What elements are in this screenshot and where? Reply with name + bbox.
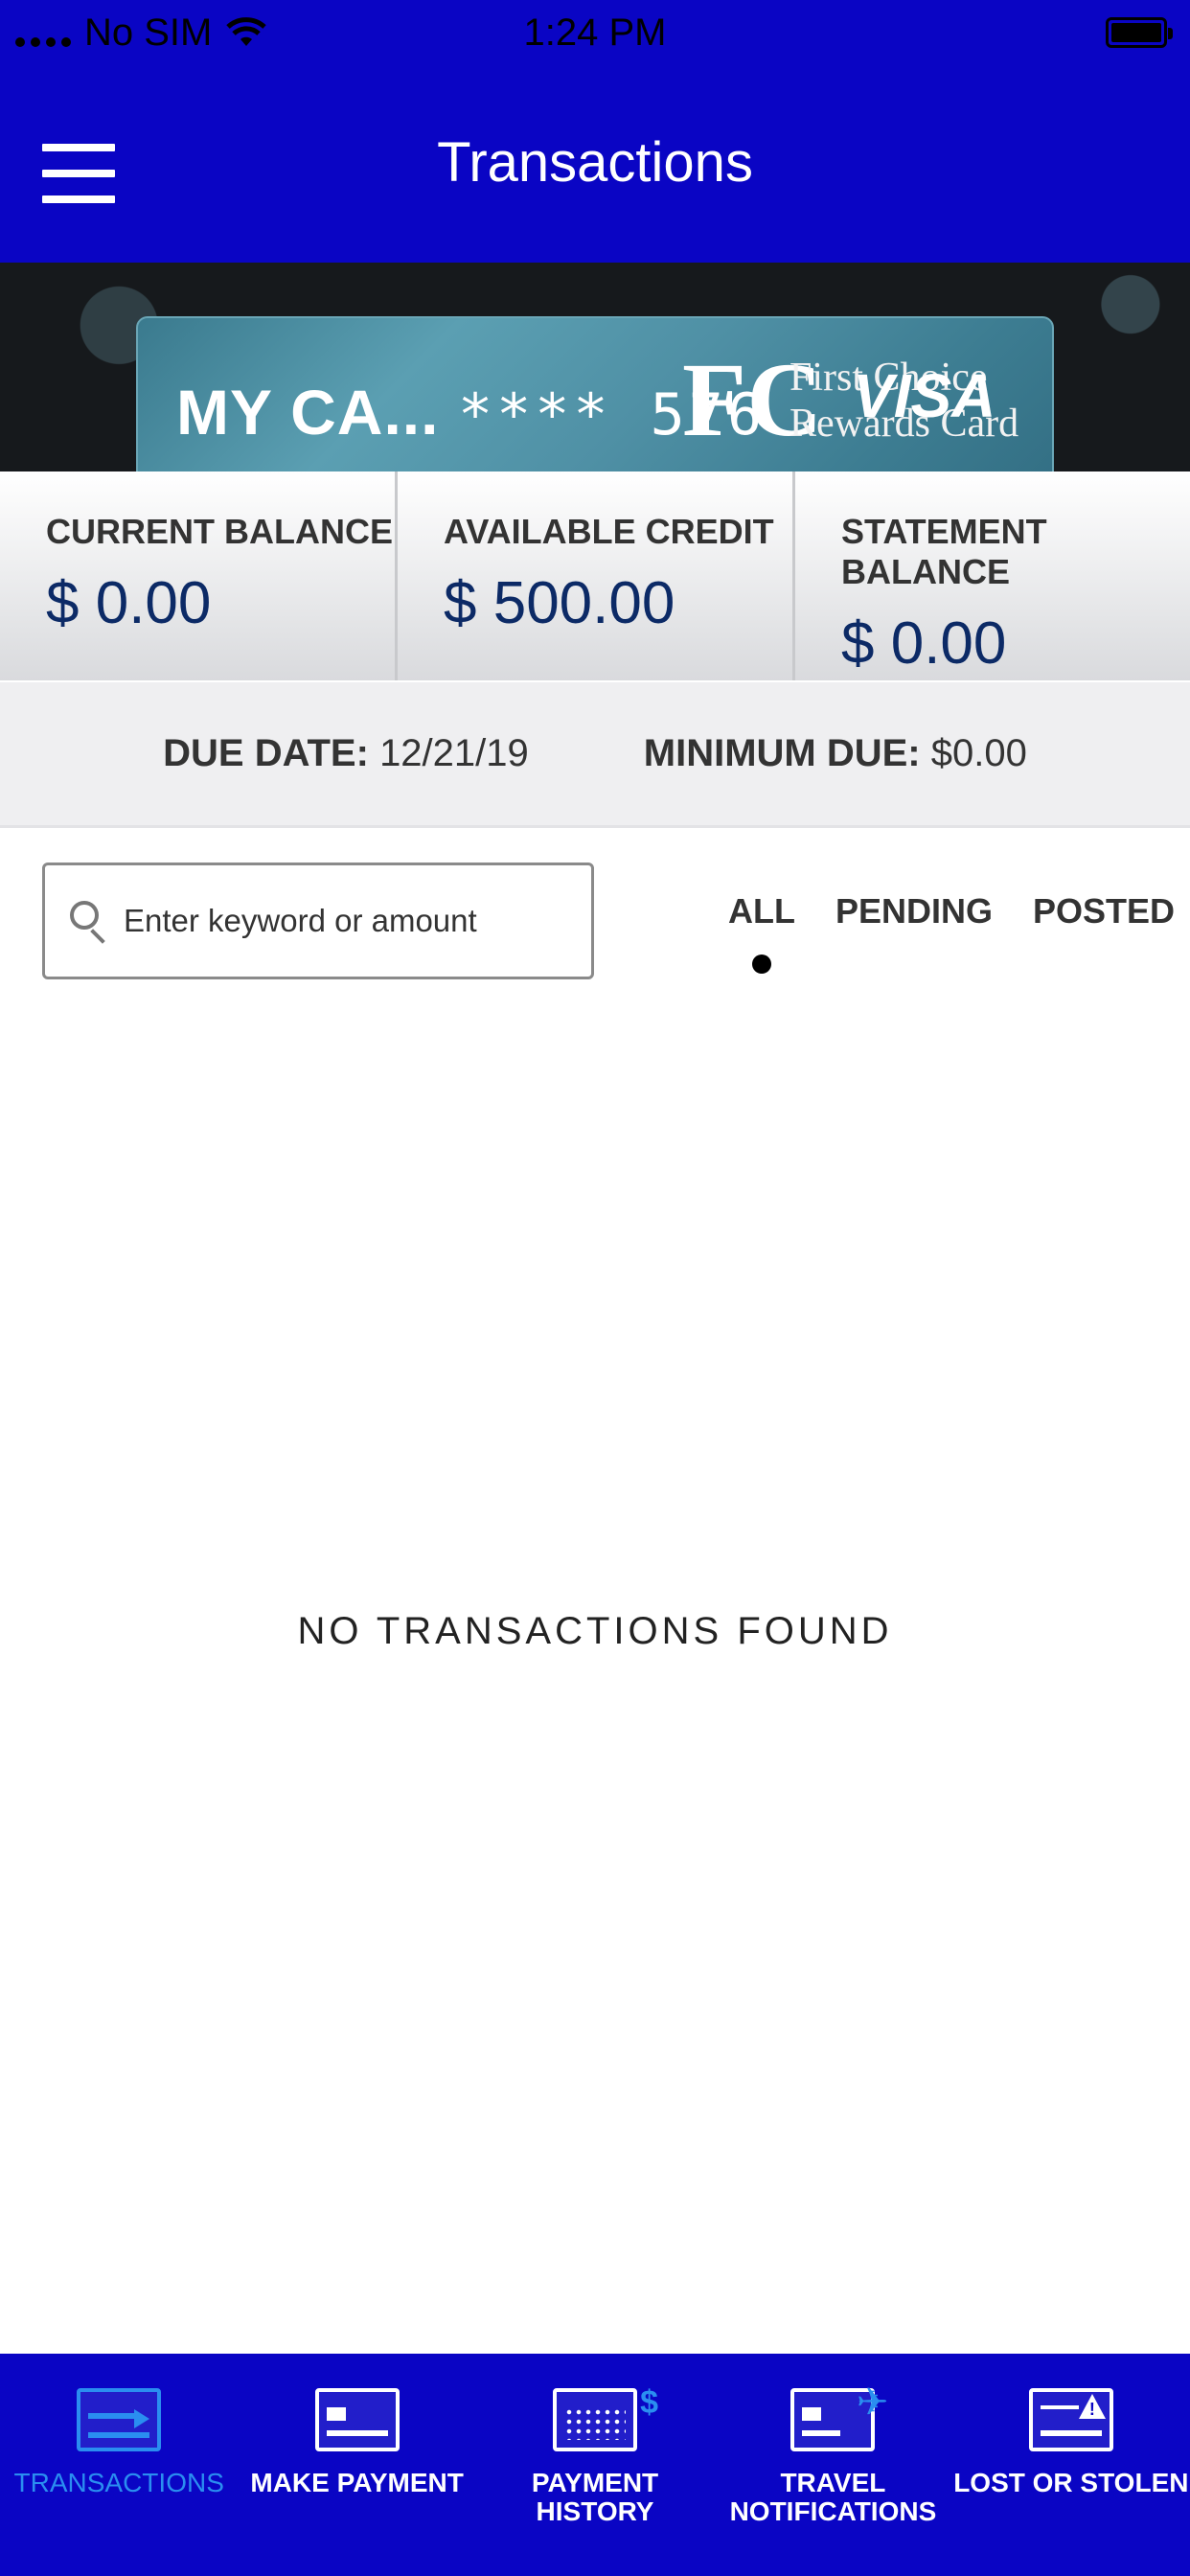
due-date-value: 12/21/19 [379,732,529,774]
minimum-due-label: MINIMUM DUE: [643,732,921,774]
search-icon [66,897,114,945]
minimum-due: MINIMUM DUE: $0.00 [644,732,1027,775]
filter-tab-label: POSTED [1033,891,1176,931]
tab-label: PAYMENT HISTORY [531,2468,659,2526]
due-info: DUE DATE: 12/21/19 MINIMUM DUE: $0.00 [0,682,1190,828]
filter-tab-label: ALL [728,891,795,931]
card-transfer-icon [77,2388,162,2451]
filter-tabs: ALL PENDING POSTED [728,891,1175,974]
battery-icon [1106,17,1173,48]
tab-travel-notifications[interactable]: ✈ TRAVEL NOTIFICATIONS [714,2354,951,2576]
filter-tab-all[interactable]: ALL [728,891,795,974]
search-field[interactable] [42,862,594,979]
card-logo: FC [682,341,823,458]
balance-value: $ 0.00 [841,610,1007,677]
minimum-due-value: $0.00 [930,732,1027,774]
selected-indicator [751,954,771,974]
card-plane-icon: ✈ [790,2381,888,2451]
visa-logo: VISA [853,361,996,430]
status-time: 1:24 PM [523,12,667,54]
card-name: MY CA... [176,377,440,448]
statement-balance: STATEMENT BALANCE $ 0.00 [792,472,1190,680]
card-carousel[interactable]: MY CA... **** 576 FC First Choice Reward… [0,263,1190,472]
card-payment-icon [314,2388,400,2451]
filter-tab-pending[interactable]: PENDING [835,891,993,932]
search-input[interactable] [124,903,584,939]
credit-card[interactable]: MY CA... **** 576 FC First Choice Reward… [136,316,1054,472]
balance-label: CURRENT BALANCE [46,512,393,551]
tab-label: TRAVEL NOTIFICATIONS [729,2468,937,2526]
tab-payment-history[interactable]: $ PAYMENT HISTORY [476,2354,714,2576]
calendar-dollar-icon: $ [553,2384,658,2451]
balance-value: $ 500.00 [444,570,675,636]
available-credit: AVAILABLE CREDIT $ 500.00 [395,472,792,680]
card-warning-icon [1028,2388,1113,2451]
tab-label: TRANSACTIONS [13,2468,224,2497]
tab-transactions[interactable]: TRANSACTIONS [0,2354,238,2576]
status-bar: No SIM 1:24 PM [0,0,1190,69]
balance-label: STATEMENT BALANCE [841,512,1047,591]
balance-value: $ 0.00 [46,570,212,636]
nav-bar: Transactions [0,69,1190,263]
bottom-tab-bar: TRANSACTIONS MAKE PAYMENT $ PAYMENT HIST… [0,2354,1190,2576]
empty-state-message: NO TRANSACTIONS FOUND [297,1610,893,1652]
due-date: DUE DATE: 12/21/19 [163,732,529,775]
filter-tab-label: PENDING [835,891,994,931]
tab-make-payment[interactable]: MAKE PAYMENT [238,2354,475,2576]
filter-tab-posted[interactable]: POSTED [1033,891,1175,932]
page-title: Transactions [437,131,753,194]
current-balance: CURRENT BALANCE $ 0.00 [0,472,395,680]
tab-label: MAKE PAYMENT [250,2468,464,2497]
tab-lost-or-stolen[interactable]: LOST OR STOLEN [952,2354,1190,2576]
balance-label: AVAILABLE CREDIT [444,512,774,551]
tab-label: LOST OR STOLEN [953,2468,1189,2497]
balance-summary: CURRENT BALANCE $ 0.00 AVAILABLE CREDIT … [0,472,1190,680]
due-date-label: DUE DATE: [163,732,369,774]
